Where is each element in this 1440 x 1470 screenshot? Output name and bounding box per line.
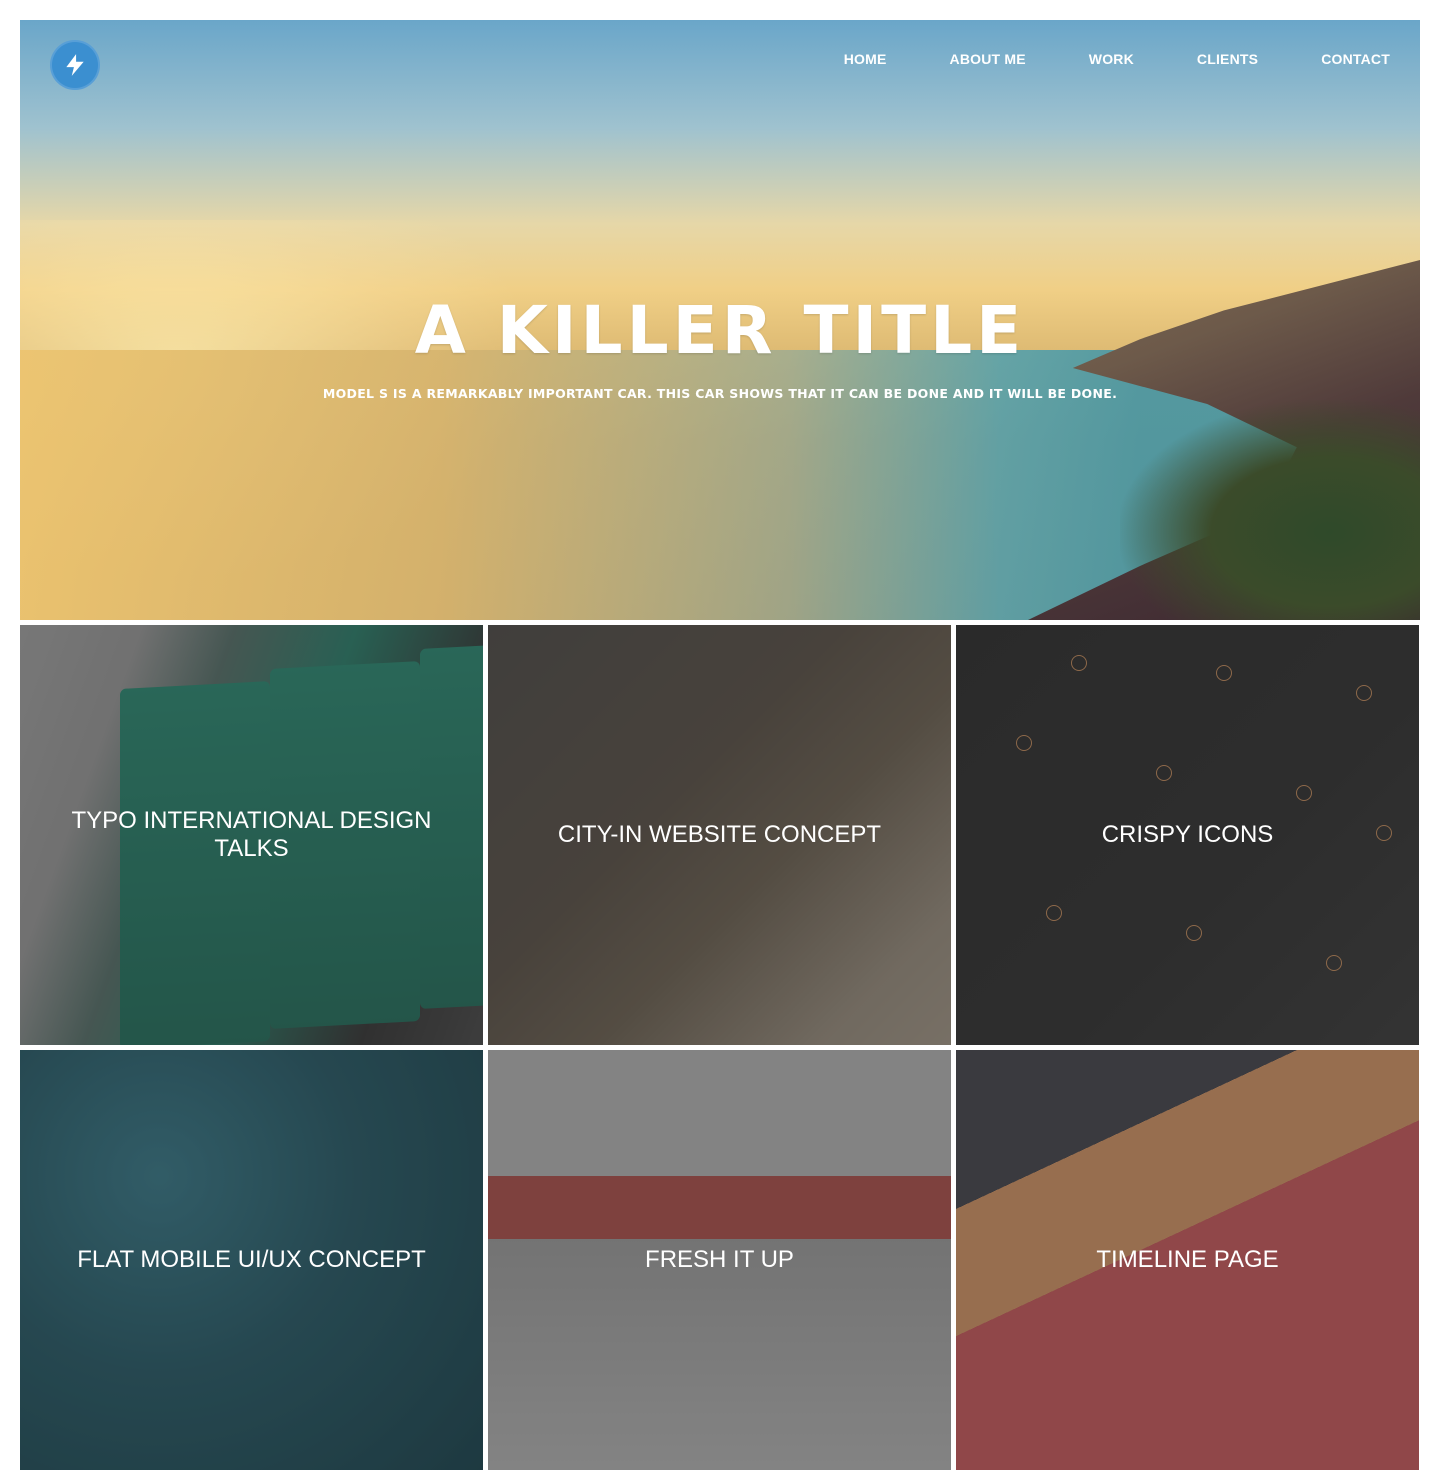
work-tile-typo[interactable]: TYPO INTERNATIONAL DESIGN TALKS [20,625,483,1045]
tile-label: CITY-IN WEBSITE CONCEPT [557,821,882,848]
nav-about-me[interactable]: ABOUT ME [950,51,1026,67]
nav-clients[interactable]: CLIENTS [1197,51,1258,67]
tile-label: FLAT MOBILE UI/UX CONCEPT [77,1246,426,1273]
nav-home[interactable]: HOME [844,51,887,67]
work-tile-flat-mobile[interactable]: FLAT MOBILE UI/UX CONCEPT [20,1050,483,1470]
tile-label: CRISPY ICONS [1101,821,1274,848]
logo[interactable] [50,40,100,90]
work-tile-crispy-icons[interactable]: CRISPY ICONS [956,625,1419,1045]
lightning-bolt-icon [66,54,84,76]
hero-subtitle: MODEL S IS A REMARKABLY IMPORTANT CAR. T… [322,386,1118,401]
main-nav: HOME ABOUT ME WORK CLIENTS CONTACT [844,51,1390,67]
tile-label: TIMELINE PAGE [1096,1246,1279,1273]
tile-label: FRESH IT UP [645,1246,794,1273]
nav-contact[interactable]: CONTACT [1321,51,1390,67]
work-tile-fresh-it-up[interactable]: FRESH IT UP [488,1050,951,1470]
hero-section: HOME ABOUT ME WORK CLIENTS CONTACT A KIL… [20,20,1420,620]
tile-label: TYPO INTERNATIONAL DESIGN TALKS [71,807,432,862]
nav-work[interactable]: WORK [1089,51,1134,67]
work-tile-timeline[interactable]: TIMELINE PAGE [956,1050,1419,1470]
hero-trees [1120,400,1420,620]
hero-title: A KILLER TITLE [414,292,1026,369]
work-tile-city-in[interactable]: CITY-IN WEBSITE CONCEPT [488,625,951,1045]
